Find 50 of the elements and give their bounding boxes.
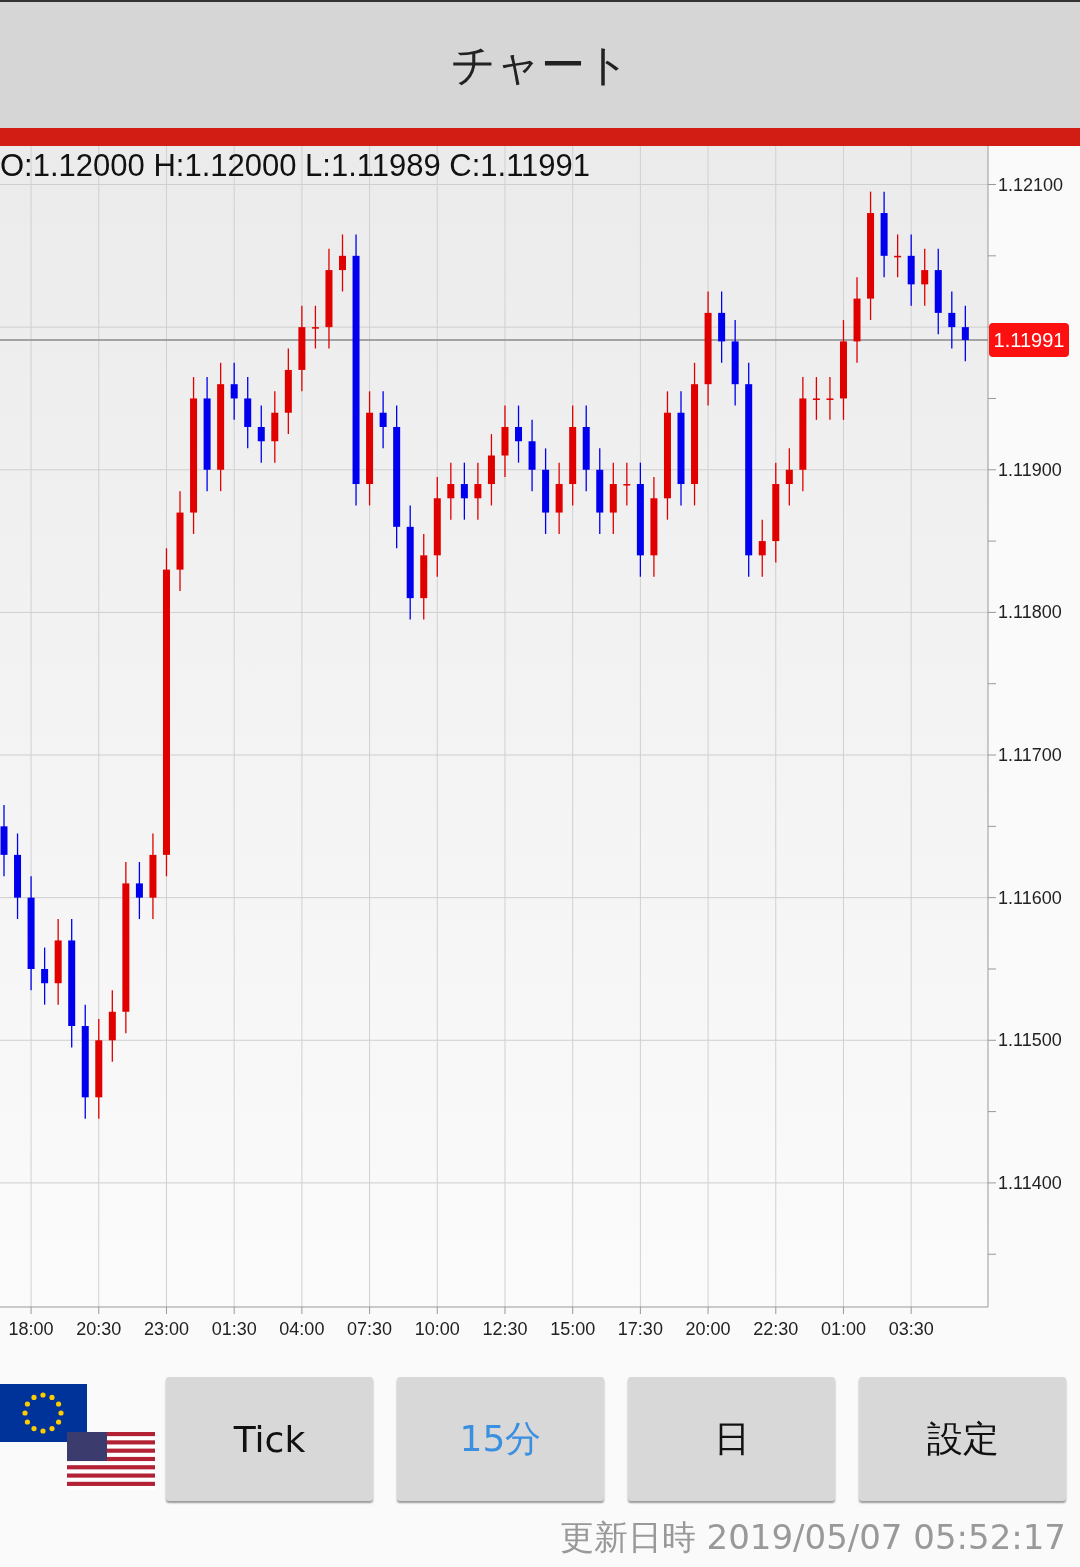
ref-line-label: 1.11991 [993, 328, 1065, 351]
candlestick [474, 462, 482, 521]
candlestick [339, 233, 346, 293]
price-badge: 1.11991 [989, 323, 1069, 357]
axis-label: 03:30 [888, 1319, 934, 1339]
candlestick [460, 462, 468, 521]
update-time: 更新日時 2019/05/07 05:52:17 [558, 1516, 1067, 1559]
axis-label: 22:30 [753, 1319, 799, 1339]
axis-label: 04:00 [279, 1319, 325, 1339]
axis-label: 1.11600 [998, 887, 1062, 908]
axis-label: 1.11500 [998, 1030, 1062, 1051]
candlestick [812, 376, 820, 421]
axis-label: 18:00 [8, 1319, 54, 1339]
screen-title: チャート [450, 37, 630, 92]
candlestick [758, 519, 766, 578]
timeframe-button[interactable]: 設定 [859, 1377, 1066, 1501]
axis-label: 1.12100 [998, 174, 1064, 195]
axis-label: 01:30 [211, 1319, 257, 1339]
axis-label: 1.11900 [998, 459, 1062, 480]
timeframe-button[interactable]: 日 [628, 1377, 835, 1501]
candlestick [921, 248, 929, 307]
axis-label: 1.11400 [998, 1172, 1062, 1193]
axis-label: 12:30 [482, 1319, 528, 1339]
candlestick [257, 404, 265, 464]
timeframe-button[interactable]: Tick [166, 1377, 373, 1501]
axis-label: 20:30 [76, 1319, 122, 1339]
candlestick [961, 305, 969, 362]
axis-label: 07:30 [347, 1319, 393, 1339]
candlestick [826, 376, 834, 421]
axis-label: 23:00 [143, 1319, 189, 1339]
axis-label: 1.11700 [998, 745, 1062, 766]
axis-label: 01:00 [820, 1319, 866, 1339]
candlestick [785, 447, 793, 507]
candlestick [447, 462, 455, 521]
candlestick [948, 290, 956, 350]
axis-label: 10:00 [414, 1319, 460, 1339]
flag-icon [0, 1384, 87, 1442]
candlestick [379, 390, 387, 449]
axis-label: 15:00 [550, 1319, 596, 1339]
axis-label: 20:00 [685, 1319, 731, 1339]
ohlc-readout: O:1.12000 H:1.12000 L:1.11989 C:1.11991 [0, 148, 591, 184]
candlestick [41, 946, 49, 1006]
candlestick [623, 462, 631, 507]
candlestick [311, 305, 319, 350]
axis-label: 1.11800 [998, 602, 1062, 623]
candlestick [894, 233, 902, 278]
candlestick [515, 404, 522, 464]
candlestick [135, 861, 143, 920]
candlestick [230, 362, 238, 421]
axis-label: 17:30 [617, 1319, 663, 1339]
